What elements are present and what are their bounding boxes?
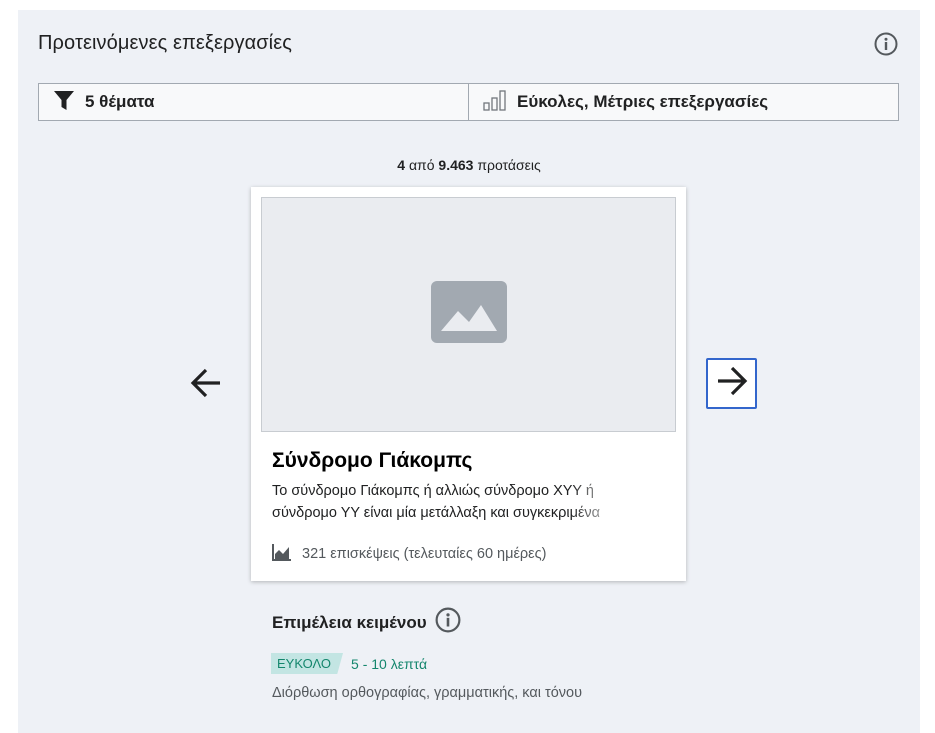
previous-suggestion-button[interactable] — [184, 360, 228, 410]
next-suggestion-button[interactable] — [706, 358, 757, 409]
suggested-edits-panel: Προτεινόμενες επεξεργασίες 5 θέματα Εύκο… — [18, 10, 920, 733]
card-views-text: 321 επισκέψεις (τελευταίες 60 ημέρες) — [302, 546, 547, 562]
image-placeholder-icon — [430, 281, 507, 348]
funnel-icon — [53, 89, 75, 116]
card-title[interactable]: Σύνδρομο Γιάκομπς — [272, 449, 472, 473]
suggestion-pager: 4 από 9.463 προτάσεις — [18, 157, 920, 173]
info-icon[interactable] — [874, 32, 898, 56]
card-extract: Το σύνδρομο Γιάκομπς ή αλλιώς σύνδρομο Χ… — [272, 483, 601, 521]
difficulty-badge: ΕΥΚΟΛΟ — [271, 653, 344, 674]
task-type-label: Επιμέλεια κειμένου — [272, 612, 427, 632]
arrow-right-icon — [715, 364, 749, 403]
task-info-icon[interactable] — [435, 607, 461, 638]
task-type: Επιμέλεια κειμένου — [272, 607, 461, 638]
suggestion-card[interactable]: Σύνδρομο Γιάκομπς Το σύνδρομο Γιάκομπς ή… — [251, 187, 686, 581]
area-chart-icon — [272, 543, 292, 565]
task-difficulty: ΕΥΚΟΛΟ 5 - 10 λεπτά — [271, 653, 427, 674]
task-time-estimate: 5 - 10 λεπτά — [351, 655, 428, 672]
difficulty-filter-button[interactable]: Εύκολες, Μέτριες επεξεργασίες — [468, 84, 898, 120]
card-page-views: 321 επισκέψεις (τελευταίες 60 ημέρες) — [272, 543, 546, 565]
pager-current: 4 — [397, 157, 406, 173]
difficulty-filter-label: Εύκολες, Μέτριες επεξεργασίες — [517, 92, 769, 111]
pager-total: 9.463 — [438, 157, 474, 173]
pager-of: από — [405, 157, 439, 173]
pager-suffix: προτάσεις — [473, 157, 541, 173]
topics-filter-label: 5 θέματα — [85, 92, 155, 111]
panel-title: Προτεινόμενες επεξεργασίες — [38, 32, 292, 54]
topics-filter-button[interactable]: 5 θέματα — [39, 84, 468, 120]
filter-bar: 5 θέματα Εύκολες, Μέτριες επεξεργασίες — [38, 83, 899, 121]
bar-chart-icon — [483, 89, 507, 116]
card-image — [261, 197, 676, 432]
arrow-left-icon — [189, 366, 223, 405]
task-description: Διόρθωση ορθογραφίας, γραμματικής, και τ… — [272, 685, 583, 701]
